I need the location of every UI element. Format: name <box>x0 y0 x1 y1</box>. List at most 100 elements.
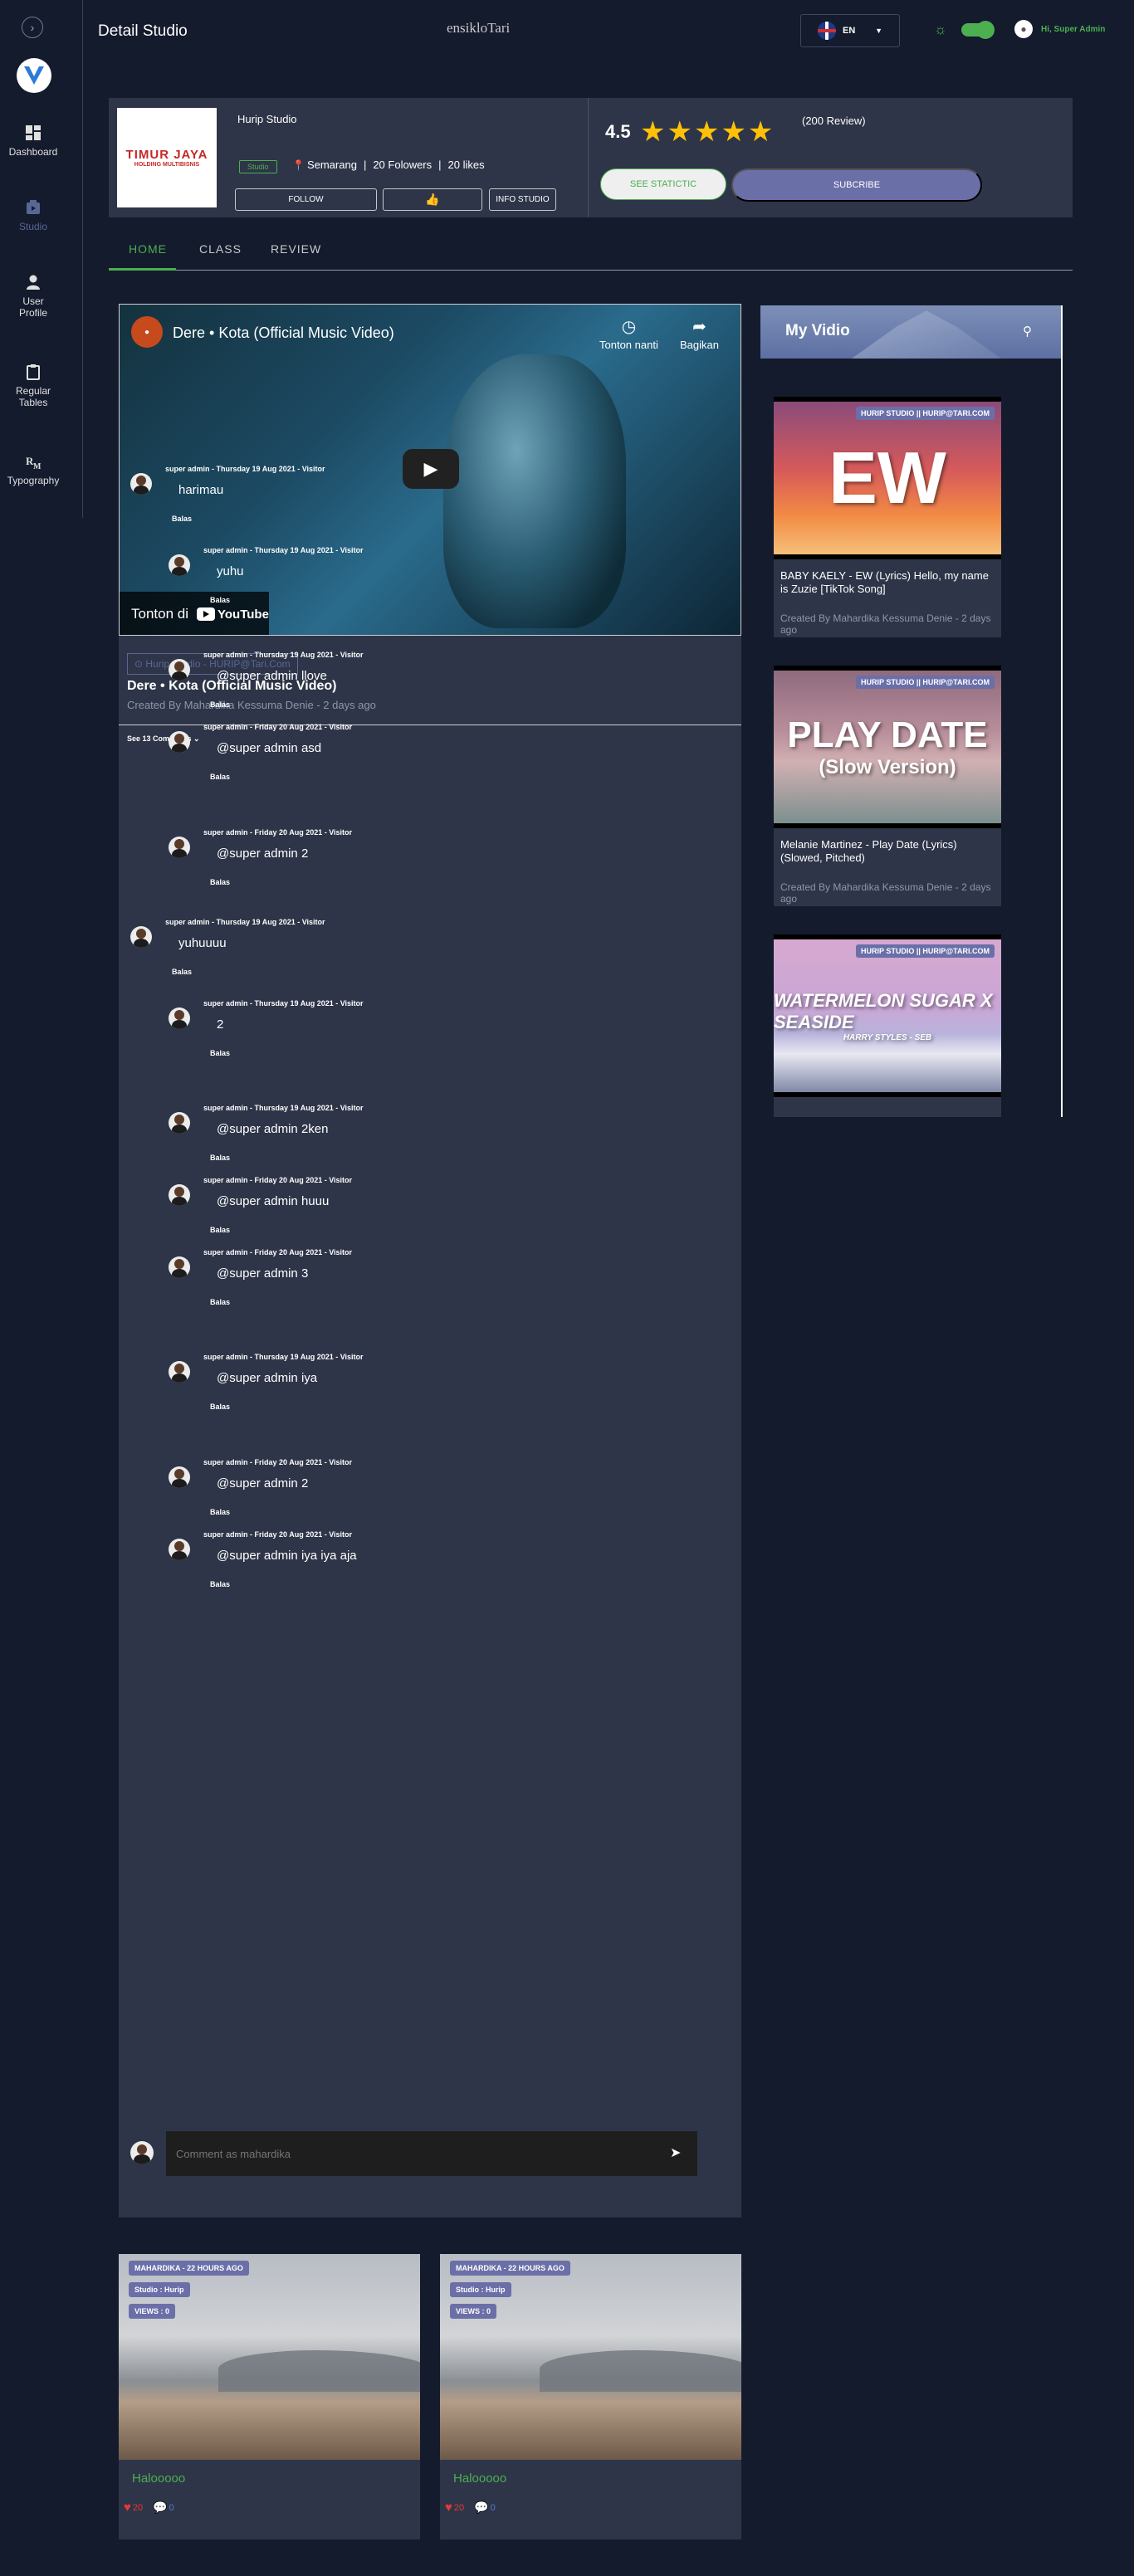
comment-text: @super admin 2 <box>217 1476 309 1490</box>
tab-indicator <box>109 268 176 271</box>
video-card[interactable]: WATERMELON SUGAR X SEASIDE HARRY STYLES … <box>774 934 1001 1117</box>
avatar <box>169 1184 190 1206</box>
comment-header: super admin - Thursday 19 Aug 2021 - Vis… <box>203 651 364 659</box>
account-circle-icon: ● <box>1014 20 1033 38</box>
thumbnail-subtext: (Slow Version) <box>819 756 956 778</box>
reply-button[interactable]: Balas <box>210 1403 230 1411</box>
reply-button[interactable]: Balas <box>210 1154 230 1162</box>
subscribe-button[interactable]: SUBCRIBE <box>731 168 982 202</box>
sidebar-item-regular-tables[interactable]: Regular Tables <box>0 363 66 408</box>
dashboard-icon <box>26 125 41 140</box>
post-card[interactable]: MAHARDIKA - 22 HOURS AGO Studio : Hurip … <box>440 2254 741 2539</box>
thumbnail-text: WATERMELON SUGAR X SEASIDE <box>774 989 993 1032</box>
comment-header: super admin - Thursday 19 Aug 2021 - Vis… <box>203 546 364 554</box>
channel-avatar[interactable]: ● <box>131 316 163 348</box>
comment-icon[interactable]: 💬 <box>153 2500 167 2515</box>
studio-location: Semarang <box>306 159 357 171</box>
video-card[interactable]: EW HURIP STUDIO || HURIP@TARI.COM BABY K… <box>774 397 1001 637</box>
post-card[interactable]: MAHARDIKA - 22 HOURS AGO Studio : Hurip … <box>119 2254 420 2539</box>
typography-icon: RM <box>26 455 42 470</box>
tab-bar: HOME CLASS REVIEW <box>109 232 1073 271</box>
sidebar-item-label: User Profile <box>18 295 47 319</box>
video-card-title: Melanie Martinez - Play Date (Lyrics) (S… <box>780 838 957 864</box>
share-icon: ➦ <box>692 318 706 336</box>
reply-button[interactable]: Balas <box>210 1508 230 1516</box>
studio-tag: Studio <box>239 160 277 173</box>
search-icon[interactable]: ⚲ <box>1023 324 1032 339</box>
see-statistic-button[interactable]: SEE STATICTIC <box>600 168 726 200</box>
video-meta: Created By Mahardika Kessuma Denie - 2 d… <box>127 699 376 711</box>
comment-header: super admin - Thursday 19 Aug 2021 - Vis… <box>203 1353 364 1361</box>
comment-icon[interactable]: 💬 <box>474 2500 488 2515</box>
post-title[interactable]: Halooooo <box>132 2471 185 2486</box>
comment-text: @super admin iya iya aja <box>217 1549 357 1563</box>
avatar <box>169 554 190 576</box>
comment-header: super admin - Friday 20 Aug 2021 - Visit… <box>203 723 353 731</box>
reply-button[interactable]: Balas <box>210 700 230 709</box>
location-pin-icon: 📍 <box>292 159 305 171</box>
user-greeting: Hi, Super Admin <box>1041 24 1106 34</box>
video-card-thumbnail: EW HURIP STUDIO || HURIP@TARI.COM <box>774 397 1001 559</box>
video-card[interactable]: PLAY DATE (Slow Version) HURIP STUDIO ||… <box>774 666 1001 906</box>
follow-button[interactable]: FOLLOW <box>235 188 377 211</box>
studio-name: Hurip Studio <box>237 113 297 125</box>
studio-logo: TIMUR JAYA HOLDING MULTIBISNIS <box>117 108 217 207</box>
tab-review[interactable]: REVIEW <box>271 242 321 256</box>
comment-header: super admin - Thursday 19 Aug 2021 - Vis… <box>165 918 325 926</box>
source-label: Hurip Studio - HURIP@Tari.Com <box>145 658 291 670</box>
avatar <box>130 473 152 495</box>
avatar <box>169 1112 190 1134</box>
sidebar-item-typography[interactable]: RM Typography <box>0 453 66 486</box>
sidebar-toggle-icon[interactable]: › <box>22 17 43 38</box>
reply-button[interactable]: Balas <box>172 515 192 523</box>
post-studio-chip: Studio : Hurip <box>129 2282 190 2297</box>
my-video-title: My Vidio <box>785 322 850 339</box>
avatar <box>169 1007 190 1029</box>
app-logo[interactable] <box>17 58 51 93</box>
sidebar-item-label: Regular Tables <box>15 385 51 408</box>
sidebar-item-user-profile[interactable]: User Profile <box>0 274 66 319</box>
post-stats: ♥ 20 💬 0 <box>124 2500 174 2515</box>
comment-input[interactable] <box>166 2131 697 2176</box>
video-thumbnail <box>443 354 626 628</box>
avatar <box>130 926 152 948</box>
heart-icon[interactable]: ♥ <box>445 2500 452 2515</box>
reply-button[interactable]: Balas <box>210 596 230 604</box>
post-author-chip: MAHARDIKA - 22 HOURS AGO <box>450 2261 570 2276</box>
video-player-title[interactable]: Dere • Kota (Official Music Video) <box>173 324 394 342</box>
post-title[interactable]: Halooooo <box>453 2471 506 2486</box>
like-button[interactable]: 👍 <box>383 188 482 211</box>
comment-header: super admin - Thursday 19 Aug 2021 - Vis… <box>203 999 364 1007</box>
comment-text: @super admin llove <box>217 669 327 683</box>
play-icon[interactable]: ▶ <box>403 449 459 489</box>
watch-later-button[interactable]: ◷ Tonton nanti <box>599 316 658 351</box>
reply-button[interactable]: Balas <box>210 1049 230 1057</box>
tab-class[interactable]: CLASS <box>199 242 242 256</box>
share-button[interactable]: ➦ Bagikan <box>680 316 719 351</box>
reply-button[interactable]: Balas <box>210 773 230 781</box>
reply-button[interactable]: Balas <box>210 1580 230 1588</box>
user-menu[interactable]: ● Hi, Super Admin <box>1014 20 1105 38</box>
thumbs-up-icon: 👍 <box>425 193 440 206</box>
reply-button[interactable]: Balas <box>172 968 192 976</box>
send-icon[interactable]: ➤ <box>670 2144 681 2161</box>
heart-icon[interactable]: ♥ <box>124 2500 131 2515</box>
theme-toggle[interactable] <box>961 21 995 39</box>
avatar <box>169 731 190 753</box>
reply-button[interactable]: Balas <box>210 878 230 886</box>
info-studio-button[interactable]: INFO STUDIO <box>489 188 556 211</box>
reply-button[interactable]: Balas <box>210 1226 230 1234</box>
reply-button[interactable]: Balas <box>210 1298 230 1306</box>
sidebar-item-studio[interactable]: Studio <box>0 199 66 232</box>
watch-on-youtube[interactable]: Tonton di YouTube <box>120 592 269 635</box>
language-label: EN <box>843 26 856 36</box>
studio-meta: 📍 Semarang | 20 Folowers | 20 likes <box>292 159 485 171</box>
sidebar-item-dashboard[interactable]: Dashboard <box>0 124 66 158</box>
comment-text: yuhu <box>217 564 244 578</box>
caret-down-icon: ▼ <box>875 27 882 35</box>
tab-home[interactable]: HOME <box>129 242 167 256</box>
language-selector[interactable]: EN ▼ <box>800 14 900 47</box>
theme-icon: ☼ <box>934 22 947 37</box>
review-count: (200 Review) <box>802 115 866 127</box>
studio-info: TIMUR JAYA HOLDING MULTIBISNIS Hurip Stu… <box>109 98 589 217</box>
